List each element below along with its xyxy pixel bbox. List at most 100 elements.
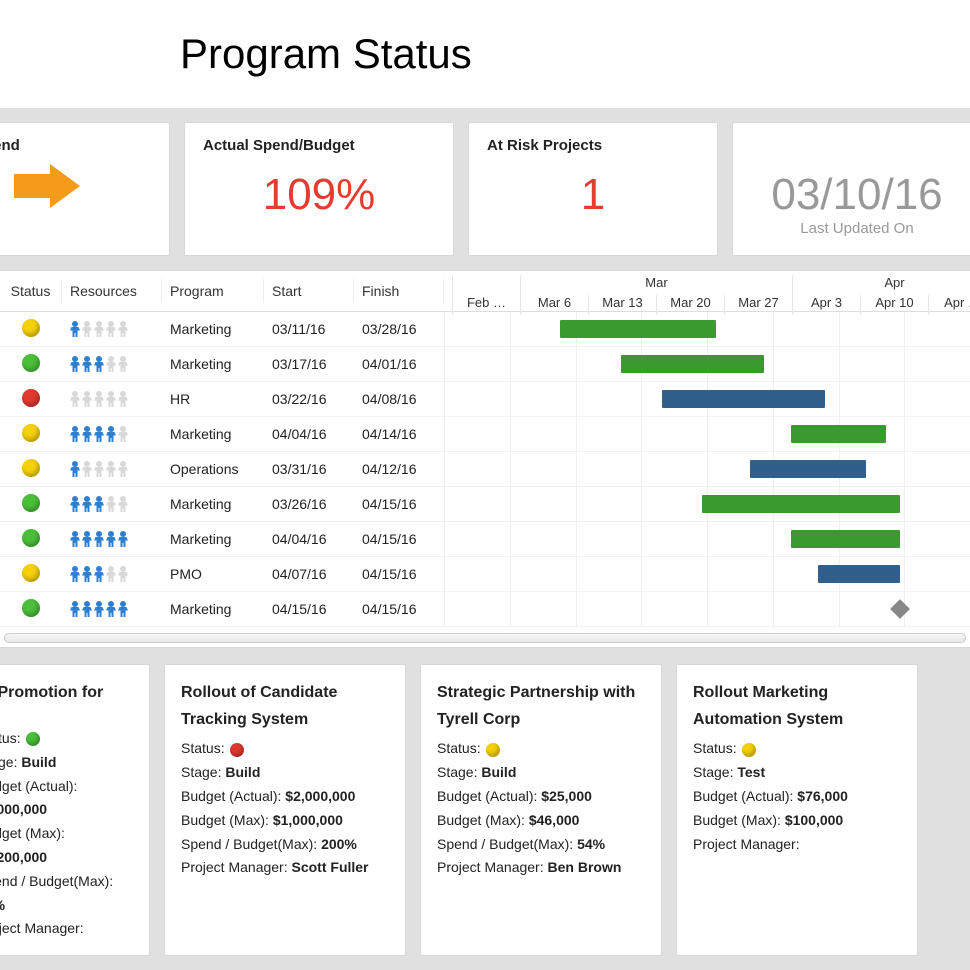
person-icon (82, 356, 92, 372)
person-icon (106, 356, 116, 372)
kpi-updated-caption: Last Updated On (751, 220, 963, 237)
col-start[interactable]: Start (264, 279, 354, 303)
table-row[interactable]: Marketing03/17/1604/01/16 (0, 347, 970, 382)
person-icon (94, 496, 104, 512)
status-green-icon (22, 354, 40, 372)
person-icon (106, 391, 116, 407)
person-icon (118, 566, 128, 582)
gantt-bar[interactable] (560, 320, 716, 338)
person-icon (106, 321, 116, 337)
person-icon (106, 461, 116, 477)
kpi-updated-date: 03/10/16 (751, 164, 963, 220)
kpi-spend-value: 109% (203, 164, 435, 220)
project-title: Rollout of Candidate Tracking System (181, 679, 389, 733)
person-icon (94, 321, 104, 337)
kpi-spend: Actual Spend/Budget 109% (184, 122, 454, 256)
gantt-bar[interactable] (791, 425, 886, 443)
status-yellow-icon (22, 424, 40, 442)
gantt-bar[interactable] (818, 565, 900, 583)
person-icon (106, 566, 116, 582)
person-icon (70, 391, 80, 407)
person-icon (82, 601, 92, 617)
page-title: Program Status (180, 30, 970, 78)
person-icon (118, 531, 128, 547)
header: Program Status (0, 0, 970, 108)
kpi-trend-label: Trend (0, 137, 151, 154)
gantt-header: MarApr Feb …Mar 6Mar 13Mar 20Mar 27Apr 3… (444, 271, 970, 311)
gantt-bar[interactable] (662, 390, 825, 408)
col-status[interactable]: Status (0, 279, 62, 303)
project-card[interactable]: Strategic Partnership with Tyrell CorpSt… (420, 664, 662, 956)
person-icon (106, 531, 116, 547)
status-yellow-icon (22, 564, 40, 582)
gantt-bar[interactable] (702, 495, 899, 513)
status-yellow-icon (22, 319, 40, 337)
person-icon (82, 496, 92, 512)
person-icon (94, 601, 104, 617)
kpi-spend-label: Actual Spend/Budget (203, 137, 435, 154)
gantt-bar[interactable] (750, 460, 866, 478)
person-icon (118, 356, 128, 372)
status-green-icon (22, 529, 40, 547)
person-icon (82, 566, 92, 582)
project-card[interactable]: Rollout of Candidate Tracking SystemStat… (164, 664, 406, 956)
col-resources[interactable]: Resources (62, 279, 162, 303)
person-icon (118, 391, 128, 407)
status-green-icon (26, 732, 40, 746)
status-green-icon (22, 599, 40, 617)
kpi-updated: 03/10/16 Last Updated On (732, 122, 970, 256)
person-icon (70, 426, 80, 442)
person-icon (94, 426, 104, 442)
status-green-icon (22, 494, 40, 512)
person-icon (70, 531, 80, 547)
person-icon (70, 356, 80, 372)
person-icon (118, 601, 128, 617)
kpi-atrisk-value: 1 (487, 164, 699, 220)
project-cards-row: … Promotion forStatus: Stage: BuildBudge… (0, 648, 970, 956)
person-icon (118, 461, 128, 477)
gantt-bar[interactable] (621, 355, 764, 373)
project-title: … Promotion for (0, 679, 133, 723)
person-icon (70, 601, 80, 617)
person-icon (94, 566, 104, 582)
table-row[interactable]: HR03/22/1604/08/16 (0, 382, 970, 417)
status-red-icon (22, 389, 40, 407)
gantt-bar[interactable] (791, 530, 900, 548)
person-icon (118, 321, 128, 337)
table-row[interactable]: Marketing04/15/1604/15/16 (0, 592, 970, 627)
person-icon (106, 601, 116, 617)
table-row[interactable]: Marketing04/04/1604/14/16 (0, 417, 970, 452)
person-icon (106, 496, 116, 512)
table-row[interactable]: Operations03/31/1604/12/16 (0, 452, 970, 487)
person-icon (118, 496, 128, 512)
horizontal-scrollbar[interactable] (4, 633, 966, 643)
col-program[interactable]: Program (162, 279, 264, 303)
arrow-right-icon (50, 164, 80, 208)
kpi-atrisk: At Risk Projects 1 (468, 122, 718, 256)
col-finish[interactable]: Finish (354, 279, 444, 303)
table-row[interactable]: PMO04/07/1604/15/16 (0, 557, 970, 592)
person-icon (70, 461, 80, 477)
kpi-trend: Trend (0, 122, 170, 256)
project-card[interactable]: … Promotion forStatus: Stage: BuildBudge… (0, 664, 150, 956)
project-title: Strategic Partnership with Tyrell Corp (437, 679, 645, 733)
person-icon (106, 426, 116, 442)
project-table: Status Resources Program Start Finish Ma… (0, 270, 970, 648)
person-icon (70, 496, 80, 512)
table-row[interactable]: Marketing03/26/1604/15/16 (0, 487, 970, 522)
person-icon (70, 321, 80, 337)
person-icon (82, 531, 92, 547)
person-icon (118, 426, 128, 442)
project-card[interactable]: Rollout Marketing Automation SystemStatu… (676, 664, 918, 956)
person-icon (82, 461, 92, 477)
status-yellow-icon (742, 743, 756, 757)
table-row[interactable]: Marketing03/11/1603/28/16 (0, 312, 970, 347)
person-icon (70, 566, 80, 582)
table-header: Status Resources Program Start Finish Ma… (0, 271, 970, 312)
table-row[interactable]: Marketing04/04/1604/15/16 (0, 522, 970, 557)
status-yellow-icon (486, 743, 500, 757)
kpi-row: Trend Actual Spend/Budget 109% At Risk P… (0, 108, 970, 270)
person-icon (94, 531, 104, 547)
person-icon (94, 391, 104, 407)
person-icon (82, 391, 92, 407)
